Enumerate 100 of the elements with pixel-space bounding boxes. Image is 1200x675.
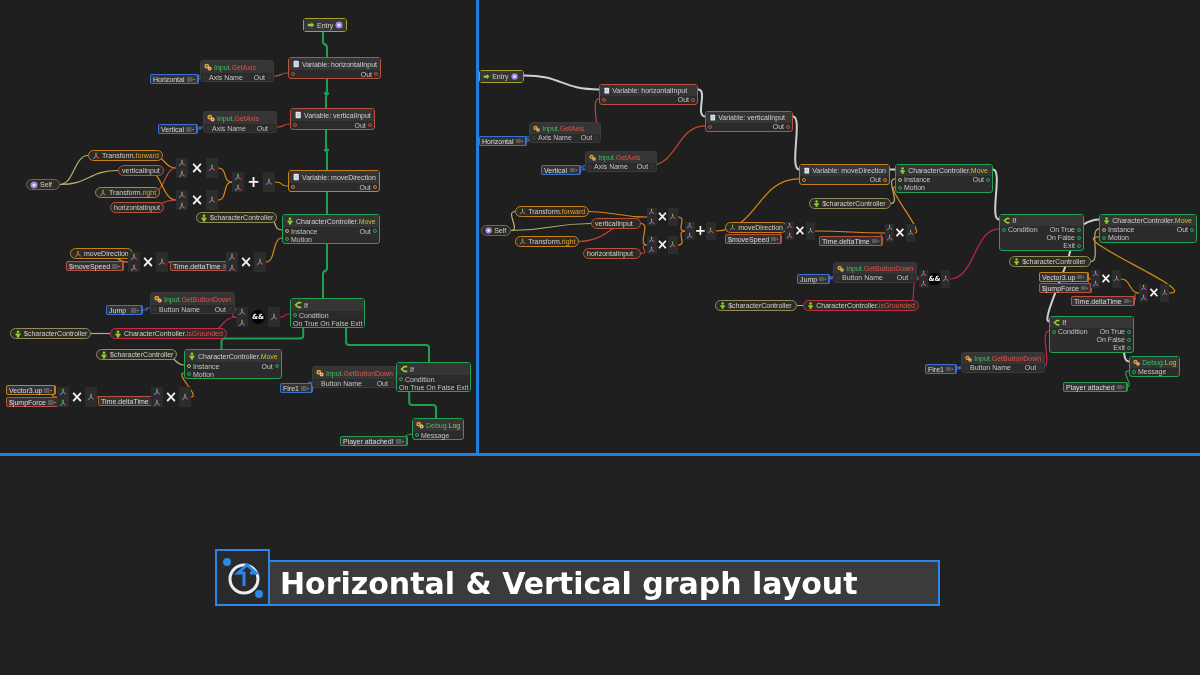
operator-symbol: + xyxy=(694,224,707,238)
axes-icon xyxy=(238,307,246,316)
operator-node[interactable]: × xyxy=(57,387,97,407)
operator-node[interactable]: × xyxy=(176,158,218,178)
document-icon xyxy=(292,60,300,68)
dropdown-icon xyxy=(771,236,779,242)
axes-icon xyxy=(648,246,656,254)
operator-node[interactable]: × xyxy=(647,208,678,226)
axes-icon xyxy=(686,232,694,240)
document-icon xyxy=(709,113,717,121)
connection-line xyxy=(792,115,800,171)
operator-node[interactable]: × xyxy=(151,387,191,407)
operator-node[interactable]: × xyxy=(785,222,815,240)
document-icon xyxy=(603,86,611,94)
connection-line xyxy=(408,391,437,419)
axes-icon xyxy=(208,164,216,172)
operator-symbol: × xyxy=(894,226,906,240)
operator-node[interactable]: × xyxy=(647,236,678,254)
axes-icon xyxy=(158,258,166,266)
axes-icon xyxy=(238,318,246,327)
operator-node[interactable]: × xyxy=(128,252,168,272)
arrow-icon xyxy=(307,21,315,29)
axes-icon xyxy=(74,249,82,258)
operator-node[interactable]: + xyxy=(232,172,275,192)
connection-line xyxy=(323,129,330,171)
dropdown-icon xyxy=(185,126,194,132)
document-icon xyxy=(803,166,811,174)
dropdown-icon xyxy=(569,167,577,173)
dropdown-icon xyxy=(515,138,523,144)
connection-line xyxy=(326,191,328,215)
connection-line xyxy=(580,165,586,171)
operator-node[interactable]: × xyxy=(226,252,266,272)
connection-line xyxy=(322,243,328,299)
axes-icon xyxy=(99,188,107,197)
operator-node[interactable]: × xyxy=(885,224,915,242)
axes-icon xyxy=(886,234,894,242)
figure-icon xyxy=(807,301,815,310)
axes-icon xyxy=(648,236,656,244)
connection-line xyxy=(322,31,328,58)
dropdown-icon xyxy=(945,366,954,372)
connection-line xyxy=(1042,330,1050,368)
axes-icon xyxy=(265,178,273,186)
badge-icon xyxy=(30,180,38,189)
document-icon xyxy=(292,173,300,181)
connection-line xyxy=(279,313,291,318)
dropdown-icon xyxy=(112,263,121,269)
axes-icon xyxy=(1112,275,1120,283)
figure-icon xyxy=(200,213,208,222)
dropdown-icon xyxy=(131,307,139,313)
connection-line xyxy=(142,307,151,311)
axes-icon xyxy=(234,172,242,181)
axes-icon xyxy=(906,229,914,237)
axes-icon xyxy=(87,393,95,401)
axes-icon xyxy=(519,207,527,216)
axes-icon xyxy=(669,241,677,249)
connection-line xyxy=(949,228,1000,280)
operator-node[interactable]: × xyxy=(1139,284,1169,302)
connection-line xyxy=(217,181,233,201)
figure-icon xyxy=(1103,216,1111,224)
fork-icon xyxy=(1053,318,1061,326)
operator-symbol: × xyxy=(70,389,84,405)
operator-symbol: × xyxy=(656,210,669,224)
connection-line xyxy=(697,88,706,118)
fork-icon xyxy=(1003,216,1011,224)
operator-node[interactable]: × xyxy=(1091,270,1121,288)
axes-icon xyxy=(648,208,656,216)
axes-icon xyxy=(920,280,928,288)
fork-icon xyxy=(400,365,408,373)
logo-icon xyxy=(220,555,265,600)
dropdown-icon xyxy=(47,399,56,405)
gears-icon xyxy=(837,264,845,272)
operator-node[interactable]: + xyxy=(685,222,716,240)
axes-icon xyxy=(1092,280,1100,288)
axes-icon xyxy=(234,183,242,192)
axes-icon xyxy=(178,158,186,167)
dropdown-icon xyxy=(1077,274,1085,280)
operator-node[interactable]: × xyxy=(176,190,218,210)
badge-icon xyxy=(485,226,493,235)
axes-icon xyxy=(686,222,694,230)
dropdown-icon xyxy=(186,76,195,82)
gears-icon xyxy=(204,63,212,71)
axes-icon xyxy=(1140,284,1148,292)
axes-icon xyxy=(941,275,949,283)
axes-icon xyxy=(153,398,161,407)
connection-line xyxy=(796,304,804,307)
connection-line xyxy=(1125,370,1130,388)
banner-title: Horizontal & Vertical graph layout xyxy=(270,560,940,606)
badge-icon xyxy=(510,72,518,80)
connection-line xyxy=(956,366,962,370)
axes-icon xyxy=(1160,289,1168,297)
figure-icon xyxy=(813,199,821,208)
connection-line xyxy=(217,167,233,183)
axes-icon xyxy=(270,313,278,321)
figure-icon xyxy=(1013,257,1021,266)
operator-symbol: × xyxy=(164,389,178,405)
axes-icon xyxy=(181,393,189,401)
axes-icon xyxy=(228,252,236,261)
operator-symbol: + xyxy=(247,174,260,190)
document-icon xyxy=(294,111,302,119)
connection-line xyxy=(196,126,204,130)
